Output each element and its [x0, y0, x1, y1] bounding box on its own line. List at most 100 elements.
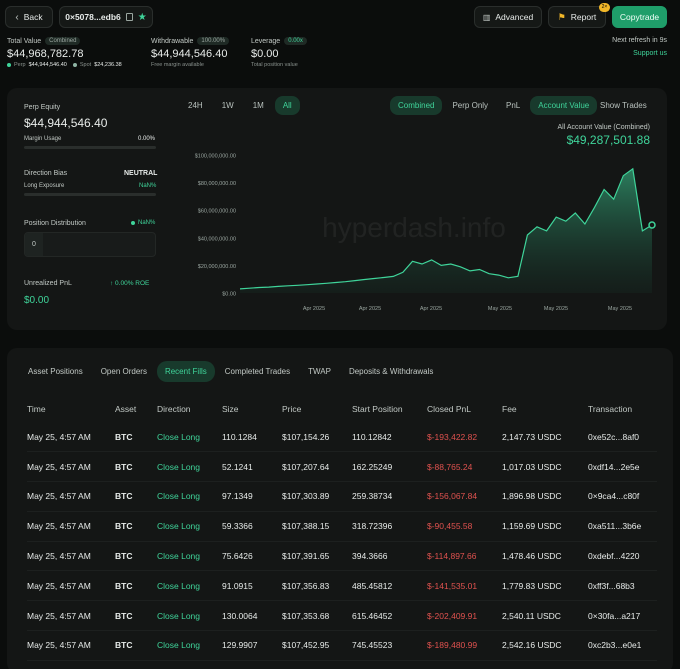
cell-time: May 25, 4:57 AM [27, 461, 91, 472]
account-value-chart[interactable]: hyperdash.info $100,000,000.00 $80,000,00… [180, 145, 665, 320]
x-tick-label: Apr 2025 [420, 306, 442, 312]
account-value-toggle[interactable]: Account Value [530, 96, 598, 115]
col-size[interactable]: Size [222, 396, 282, 422]
cell-start-position: 318.72396 [352, 521, 393, 532]
combined-toggle[interactable]: Combined [390, 96, 443, 115]
pnl-toggle[interactable]: PnL [498, 96, 528, 115]
cell-direction: Close Long [157, 461, 201, 472]
table-row[interactable]: May 25, 4:57 AM BTC Close Long 129.9907 $107… [27, 631, 657, 661]
address-box[interactable]: 0×5078...edb6 ★ [59, 6, 153, 28]
cell-price: $107,154.26 [282, 431, 330, 442]
refresh-text: Next refresh in 9s [612, 37, 667, 44]
spot-value: $24,236.38 [94, 62, 122, 68]
cell-asset: BTC [115, 640, 133, 651]
position-dist-count: 0 [32, 241, 36, 248]
copy-icon[interactable] [125, 13, 133, 21]
support-link[interactable]: Support us [633, 50, 667, 57]
cell-fee: 2,542.16 USDC [502, 640, 562, 651]
cell-asset: BTC [115, 610, 133, 621]
tab-deposits-withdrawals[interactable]: Deposits & Withdrawals [341, 361, 441, 382]
y-tick-label: $100,000,000.00 [195, 154, 236, 160]
cell-direction: Close Long [157, 610, 201, 621]
cell-closed-pnl: $-156,067.84 [427, 491, 478, 502]
cell-transaction[interactable]: 0×30fa...a217 [588, 601, 657, 631]
upnl-roe: ↑ 0.00% ROE [110, 280, 150, 287]
cell-asset: BTC [115, 431, 133, 442]
range-all[interactable]: All [274, 96, 300, 115]
copytrade-button[interactable]: Copytrade [612, 6, 667, 28]
col-time[interactable]: Time [27, 396, 115, 422]
col-fee[interactable]: Fee [502, 396, 588, 422]
col-transaction[interactable]: Transaction [588, 396, 657, 422]
address-text: 0×5078...edb6 [65, 12, 121, 22]
cell-transaction[interactable]: 0xc2b3...e0e1 [588, 631, 657, 661]
long-exposure-bar [24, 193, 156, 196]
x-tick-label: May 2025 [544, 306, 568, 312]
table-row[interactable]: May 25, 4:57 AM BTC Close Long 110.1284 $107… [27, 422, 657, 452]
col-price[interactable]: Price [282, 396, 352, 422]
perp-label: Perp [14, 62, 26, 68]
col-start-position[interactable]: Start Position [352, 396, 427, 422]
tab-asset-positions[interactable]: Asset Positions [20, 361, 91, 382]
table-row[interactable]: May 25, 4:57 AM BTC Close Long 52.1241 $107,… [27, 452, 657, 482]
chart-end-point[interactable] [648, 221, 656, 229]
cell-price: $107,207.64 [282, 461, 330, 472]
cell-asset: BTC [115, 551, 133, 562]
cell-size: 110.1284 [222, 431, 257, 442]
cell-fee: 1,159.69 USDC [502, 521, 562, 532]
cell-size: 52.1241 [222, 461, 253, 472]
spot-dot-icon [72, 63, 77, 67]
range-1w[interactable]: 1W [214, 96, 242, 115]
cell-start-position: 485.45812 [352, 580, 393, 591]
table-row[interactable]: May 25, 4:57 AM BTC Close Long 59.3366 $107,… [27, 511, 657, 542]
show-trades-toggle[interactable]: Show Trades [600, 101, 647, 110]
range-1m[interactable]: 1M [245, 96, 272, 115]
cell-closed-pnl: $-189,480.99 [427, 640, 478, 651]
table-row[interactable]: May 25, 4:57 AM BTC Close Long 91.0915 $107,… [27, 571, 657, 601]
col-closed-pnl[interactable]: Closed PnL [427, 396, 502, 422]
position-dist-segment: 0 [25, 233, 43, 256]
advanced-label: Advanced [495, 12, 534, 22]
perp-only-toggle[interactable]: Perp Only [444, 96, 496, 115]
cell-transaction[interactable]: 0xe52c...8af0 [588, 422, 657, 452]
y-tick-label: $20,000,000.00 [198, 264, 236, 270]
view-selector: Combined Perp Only [390, 96, 496, 115]
table-row[interactable]: May 25, 4:57 AM BTC Close Long 130.0064 $107… [27, 601, 657, 631]
tab-recent-fills[interactable]: Recent Fills [156, 361, 215, 382]
cell-asset: BTC [115, 491, 133, 502]
cell-transaction[interactable]: 0xdebf...4220 [588, 541, 657, 571]
table-row[interactable]: May 25, 4:57 AM BTC Close Long 97.1349 $107,… [27, 482, 657, 512]
cell-fee: 2,147.73 USDC [502, 431, 562, 442]
cell-price: $107,356.83 [282, 580, 330, 591]
table-row[interactable]: May 25, 4:57 AM BTC Close Long 75.6426 $107,… [27, 541, 657, 571]
chart-watermark: hyperdash.info [322, 212, 506, 243]
cell-transaction[interactable]: 0xdf14...2e5e [588, 452, 657, 482]
cell-transaction[interactable]: 0×9ca4...c80f [588, 482, 657, 512]
tab-open-orders[interactable]: Open Orders [93, 361, 155, 382]
cell-fee: 1,478.46 USDC [502, 551, 562, 562]
cell-transaction[interactable]: 0xa511...3b6e [588, 511, 657, 541]
tab-twap[interactable]: TWAP [300, 361, 339, 382]
cell-closed-pnl: $-88,765.24 [427, 461, 473, 472]
col-asset[interactable]: Asset [115, 396, 157, 422]
cell-time: May 25, 4:57 AM [27, 431, 91, 442]
cell-size: 91.0915 [222, 580, 253, 591]
cell-fee: 1,779.83 USDC [502, 580, 562, 591]
cell-time: May 25, 4:57 AM [27, 491, 91, 502]
col-direction[interactable]: Direction [157, 396, 222, 422]
cell-direction: Close Long [157, 521, 201, 532]
cell-start-position: 394.3666 [352, 551, 388, 562]
tab-completed-trades[interactable]: Completed Trades [217, 361, 298, 382]
margin-usage-value: 0.00% [138, 136, 156, 142]
advanced-button[interactable]: ▥ Advanced [474, 6, 542, 28]
range-24h[interactable]: 24H [180, 96, 211, 115]
metric-selector: PnL Account Value [498, 96, 598, 115]
back-button[interactable]: ‹ Back [5, 6, 53, 28]
y-tick-label: $0.00 [222, 292, 236, 298]
cell-direction: Close Long [157, 431, 201, 442]
cell-time: May 25, 4:57 AM [27, 580, 91, 591]
star-icon[interactable]: ★ [138, 12, 147, 23]
cell-transaction[interactable]: 0xff3f...68b3 [588, 571, 657, 601]
cell-time: May 25, 4:57 AM [27, 521, 91, 532]
report-button[interactable]: ⚑ Report [548, 6, 606, 28]
